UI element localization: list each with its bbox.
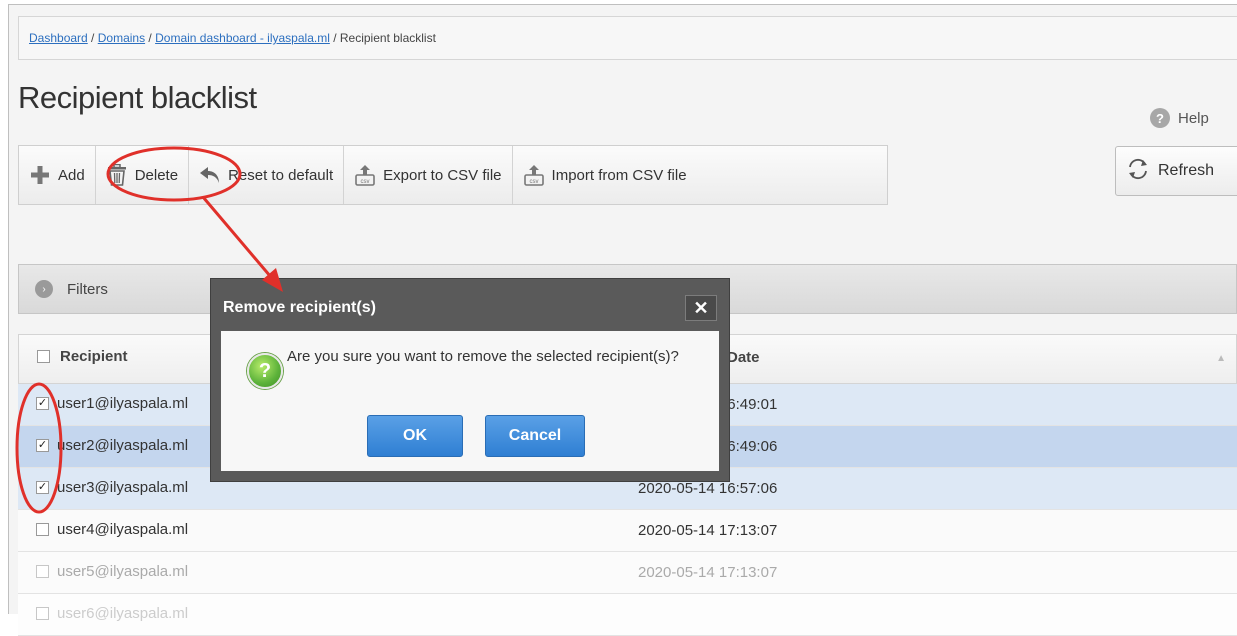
table-row[interactable]: user5@ilyaspala.ml 2020-05-14 17:13:07 (18, 552, 1237, 594)
svg-text:csv: csv (529, 179, 538, 185)
close-icon[interactable]: ✕ (685, 295, 717, 321)
row-checkbox[interactable] (36, 607, 49, 620)
date-cell: 2020-05-14 17:13:07 (638, 522, 777, 539)
breadcrumb-separator: / (145, 31, 155, 45)
select-all-checkbox[interactable] (37, 350, 50, 363)
row-checkbox[interactable]: ✓ (36, 481, 49, 494)
table-row[interactable]: user6@ilyaspala.ml (18, 594, 1237, 636)
recipient-cell: user4@ilyaspala.ml (57, 521, 188, 538)
breadcrumb-bar: Dashboard / Domains / Domain dashboard -… (18, 16, 1237, 60)
refresh-button[interactable]: Refresh (1115, 146, 1237, 196)
column-header-date[interactable]: Date (727, 349, 760, 366)
date-cell: 2020-05-14 16:57:06 (638, 480, 777, 497)
csv-import-icon: csv (523, 164, 545, 186)
ok-button[interactable]: OK (367, 415, 463, 457)
reset-to-default-button[interactable]: Reset to default (189, 146, 344, 204)
undo-icon (199, 164, 221, 186)
cancel-button[interactable]: Cancel (485, 415, 585, 457)
toolbar: Add Delete Reset to default csv Export t… (18, 145, 888, 205)
column-header-recipient[interactable]: Recipient (60, 348, 128, 365)
question-icon: ? (247, 353, 283, 389)
dialog-message: Are you sure you want to remove the sele… (287, 347, 687, 367)
breadcrumb: Dashboard / Domains / Domain dashboard -… (29, 31, 436, 45)
help-label: Help (1178, 110, 1209, 127)
recipient-cell: user6@ilyaspala.ml (57, 605, 188, 622)
add-button[interactable]: Add (19, 146, 96, 204)
export-label: Export to CSV file (383, 167, 501, 184)
row-checkbox[interactable]: ✓ (36, 397, 49, 410)
reset-label: Reset to default (228, 167, 333, 184)
export-csv-button[interactable]: csv Export to CSV file (344, 146, 512, 204)
breadcrumb-domain-dashboard[interactable]: Domain dashboard - ilyaspala.ml (155, 31, 330, 45)
trash-icon (106, 164, 128, 186)
row-checkbox[interactable]: ✓ (36, 439, 49, 452)
recipient-cell: user3@ilyaspala.ml (57, 479, 188, 496)
row-checkbox[interactable] (36, 523, 49, 536)
sort-icon[interactable]: ▲ (1216, 353, 1226, 364)
remove-recipients-dialog: Remove recipient(s) ✕ ? Are you sure you… (210, 278, 730, 482)
breadcrumb-separator: / (88, 31, 98, 45)
breadcrumb-current: Recipient blacklist (340, 31, 436, 45)
refresh-icon (1126, 158, 1150, 185)
plus-icon (29, 164, 51, 186)
row-checkbox[interactable] (36, 565, 49, 578)
breadcrumb-separator: / (330, 31, 340, 45)
add-label: Add (58, 167, 85, 184)
page-title: Recipient blacklist (18, 80, 257, 116)
dialog-body: ? Are you sure you want to remove the se… (221, 331, 719, 471)
table-row[interactable]: user4@ilyaspala.ml 2020-05-14 17:13:07 (18, 510, 1237, 552)
csv-export-icon: csv (354, 164, 376, 186)
recipient-cell: user2@ilyaspala.ml (57, 437, 188, 454)
dialog-title: Remove recipient(s) (223, 299, 376, 317)
recipient-cell: user5@ilyaspala.ml (57, 563, 188, 580)
delete-label: Delete (135, 167, 178, 184)
import-label: Import from CSV file (552, 167, 687, 184)
delete-button[interactable]: Delete (96, 146, 189, 204)
import-csv-button[interactable]: csv Import from CSV file (513, 146, 697, 204)
breadcrumb-dashboard[interactable]: Dashboard (29, 31, 88, 45)
breadcrumb-domains[interactable]: Domains (98, 31, 145, 45)
refresh-label: Refresh (1158, 162, 1214, 180)
svg-text:csv: csv (361, 179, 370, 185)
filters-label: Filters (67, 281, 108, 298)
help-link[interactable]: ? Help (1150, 108, 1209, 128)
recipient-cell: user1@ilyaspala.ml (57, 395, 188, 412)
date-cell: 2020-05-14 17:13:07 (638, 564, 777, 581)
help-icon: ? (1150, 108, 1170, 128)
chevron-right-icon: › (35, 280, 53, 298)
